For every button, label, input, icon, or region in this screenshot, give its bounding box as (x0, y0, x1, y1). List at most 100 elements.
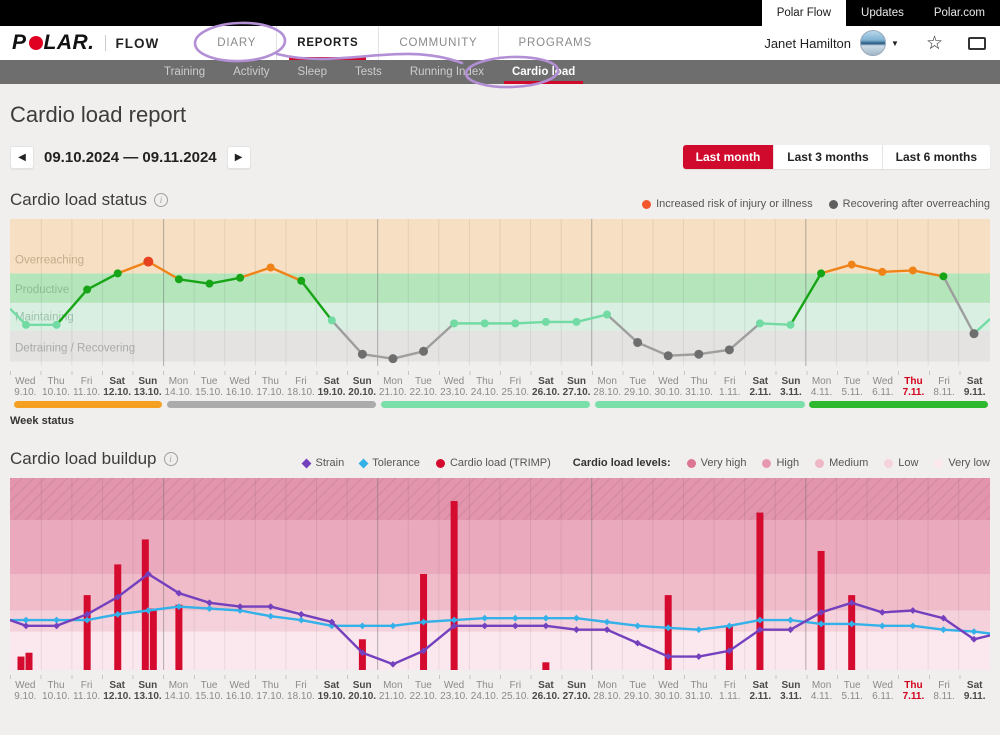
legend-dot-icon (642, 200, 651, 209)
axis-label-2-11-: Sat2.11. (745, 680, 776, 702)
axis-label-5-11-: Tue5.11. (837, 376, 868, 398)
axis-label-12-10-: Sat12.10. (102, 376, 133, 398)
main-header: P LAR. FLOW DIARYREPORTSCOMMUNITYPROGRAM… (0, 26, 1000, 60)
top-tab-polar-com[interactable]: Polar.com (919, 0, 1000, 26)
legend-diamond-icon (359, 458, 369, 468)
favorite-star-icon[interactable]: ☆ (926, 32, 943, 55)
axis-label-13-10-: Sun13.10. (133, 680, 164, 702)
user-avatar[interactable] (860, 30, 886, 56)
legend-label: Cardio load (TRIMP) (450, 457, 551, 469)
prev-period-button[interactable]: ◀ (10, 146, 34, 169)
axis-label-26-10-: Sat26.10. (531, 680, 562, 702)
axis-label-8-11-: Fri8.11. (929, 376, 960, 398)
axis-label-9-11-: Sat9.11. (959, 680, 990, 702)
menu-item-programs[interactable]: PROGRAMS (498, 26, 613, 60)
last-month-button[interactable]: Last month (683, 145, 774, 169)
legend-item: Cardio load (TRIMP) (436, 457, 551, 469)
legend-item: Strain (303, 457, 344, 469)
week-status-bar-2 (167, 401, 376, 408)
menu-item-community[interactable]: COMMUNITY (378, 26, 497, 60)
axis-label-29-10-: Tue29.10. (623, 680, 654, 702)
chevron-down-icon[interactable]: ▼ (891, 39, 899, 48)
axis-label-17-10-: Thu17.10. (255, 376, 286, 398)
status-chart-svg: Detraining / RecoveringMaintainingProduc… (10, 219, 990, 366)
header-divider (105, 35, 106, 51)
buildup-title-text: Cardio load buildup (10, 449, 157, 469)
user-name[interactable]: Janet Hamilton (764, 36, 851, 51)
axis-label-6-11-: Wed6.11. (868, 376, 899, 398)
menu-item-reports[interactable]: REPORTS (276, 26, 378, 60)
cardio-load-buildup-chart (10, 478, 990, 675)
info-icon[interactable]: i (154, 193, 168, 207)
axis-label-31-10-: Thu31.10. (684, 376, 715, 398)
axis-label-21-10-: Mon21.10. (378, 376, 409, 398)
top-tab-polar-flow[interactable]: Polar Flow (762, 0, 846, 26)
subnav-item-cardio-load[interactable]: Cardio load (498, 60, 589, 84)
subnav-item-tests[interactable]: Tests (341, 60, 396, 84)
page-title: Cardio load report (10, 102, 990, 128)
top-bar: Polar FlowUpdatesPolar.com (0, 0, 1000, 26)
legend-circle-icon (436, 459, 445, 468)
subnav-item-activity[interactable]: Activity (219, 60, 283, 84)
axis-label-3-11-: Sun3.11. (776, 680, 807, 702)
status-legend: Increased risk of injury or illness Recov… (642, 198, 990, 210)
polar-logo[interactable]: P LAR. (12, 31, 95, 55)
legend-label: Increased risk of injury or illness (656, 198, 813, 210)
axis-label-4-11-: Mon4.11. (806, 680, 837, 702)
legend-label: Low (898, 457, 918, 469)
legend-item: Recovering after overreaching (829, 198, 990, 210)
axis-label-5-11-: Tue5.11. (837, 680, 868, 702)
legend-item: Tolerance (360, 457, 420, 469)
axis-label-16-10-: Wed16.10. (224, 680, 255, 702)
next-period-button[interactable]: ▶ (227, 146, 251, 169)
axis-label-11-10-: Fri11.10. (71, 376, 102, 398)
axis-label-4-11-: Mon4.11. (806, 376, 837, 398)
axis-label-1-11-: Fri1.11. (714, 376, 745, 398)
axis-label-3-11-: Sun3.11. (776, 376, 807, 398)
subnav-item-sleep[interactable]: Sleep (284, 60, 341, 84)
week-status-bars (10, 401, 990, 409)
menu-item-diary[interactable]: DIARY (197, 26, 276, 60)
legend-level-dot-icon (762, 459, 771, 468)
logo-red-dot-icon (29, 36, 43, 50)
feedback-bubble-icon[interactable] (968, 37, 986, 50)
axis-label-27-10-: Sun27.10. (561, 680, 592, 702)
legend-label: Very low (948, 457, 990, 469)
info-icon[interactable]: i (164, 452, 178, 466)
last-6-months-button[interactable]: Last 6 months (882, 145, 990, 169)
user-area: Janet Hamilton ▼ ☆ (764, 30, 986, 56)
legend-label: Recovering after overreaching (843, 198, 990, 210)
subnav-item-running-index[interactable]: Running Index (396, 60, 498, 84)
axis-ticks (10, 371, 990, 375)
status-x-axis: Wed9.10.Thu10.10.Fri11.10.Sat12.10.Sun13… (10, 376, 990, 398)
top-tab-updates[interactable]: Updates (846, 0, 919, 26)
axis-label-16-10-: Wed16.10. (224, 376, 255, 398)
axis-label-28-10-: Mon28.10. (592, 680, 623, 702)
subnav-item-training[interactable]: Training (150, 60, 219, 84)
axis-label-7-11-: Thu7.11. (898, 680, 929, 702)
axis-label-7-11-: Thu7.11. (898, 376, 929, 398)
logo-text-post: LAR. (44, 31, 95, 55)
axis-label-9-11-: Sat9.11. (959, 376, 990, 398)
reports-subnav: TrainingActivitySleepTestsRunning IndexC… (0, 60, 1000, 84)
axis-label-24-10-: Thu24.10. (469, 376, 500, 398)
axis-label-18-10-: Fri18.10. (286, 376, 317, 398)
week-status-label: Week status (10, 415, 990, 427)
axis-label-21-10-: Mon21.10. (378, 680, 409, 702)
date-navigation: ◀ 09.10.2024 — 09.11.2024 ▶ Last monthLa… (10, 145, 990, 169)
legend-level-dot-icon (687, 459, 696, 468)
legend-level-item: High (762, 457, 799, 469)
week-status-bar-1 (14, 401, 162, 408)
axis-label-19-10-: Sat19.10. (316, 680, 347, 702)
week-status-bar-4 (595, 401, 804, 408)
buildup-section-title: Cardio load buildup i (10, 449, 178, 469)
axis-label-22-10-: Tue22.10. (408, 376, 439, 398)
legend-level-item: Very low (934, 457, 990, 469)
axis-label-1-11-: Fri1.11. (714, 680, 745, 702)
last-3-months-button[interactable]: Last 3 months (773, 145, 881, 169)
svg-text:Overreaching: Overreaching (15, 254, 84, 266)
buildup-legend: StrainToleranceCardio load (TRIMP)Cardio… (303, 457, 990, 469)
axis-label-12-10-: Sat12.10. (102, 680, 133, 702)
buildup-section-header: Cardio load buildup i Strain Tolerance Car… (10, 449, 990, 469)
axis-label-15-10-: Tue15.10. (194, 680, 225, 702)
